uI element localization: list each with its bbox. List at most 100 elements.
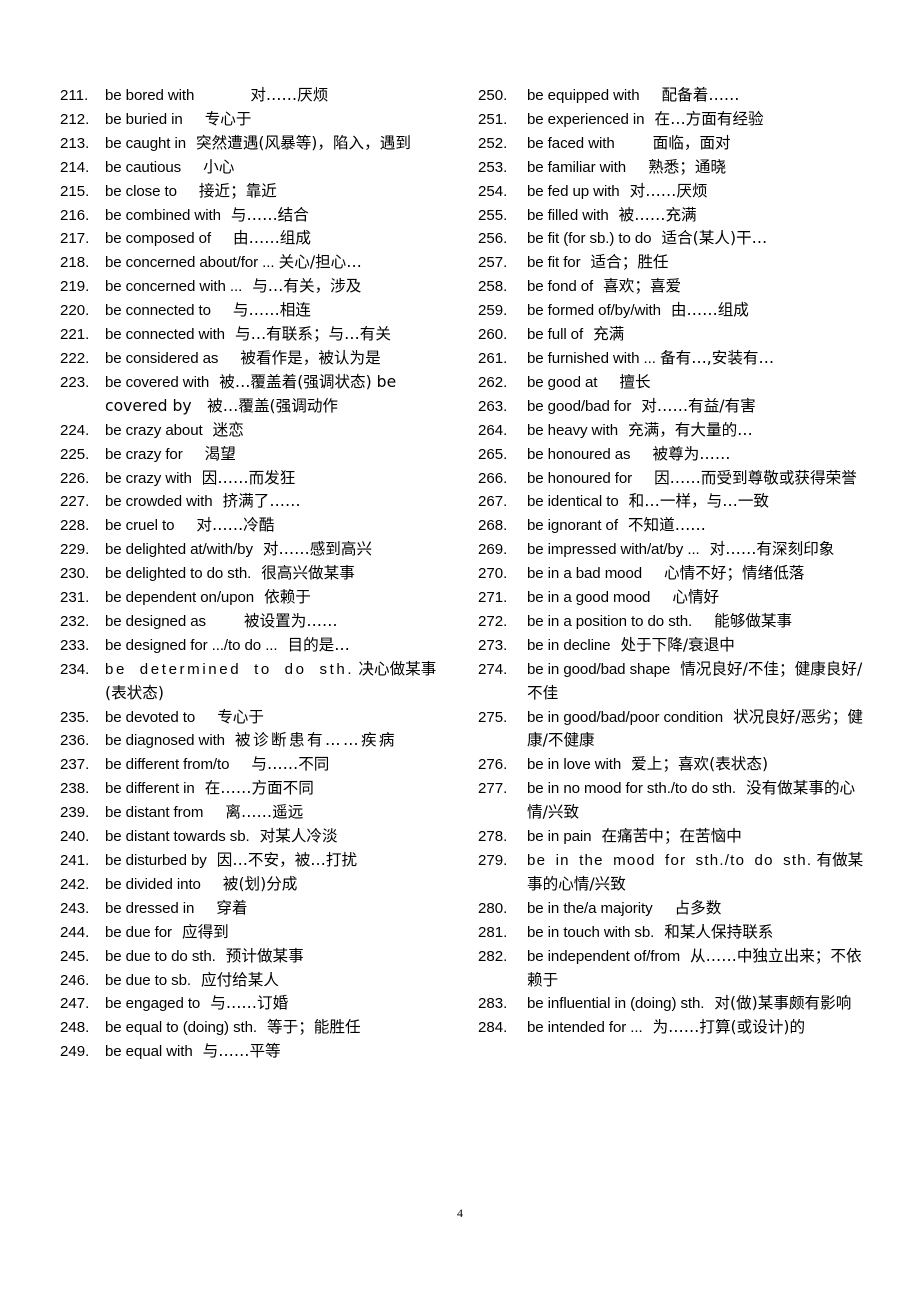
vocabulary-entry: 220. be connected to 与……相连 <box>60 299 454 323</box>
entry-translation: 和某人保持联系 <box>664 922 774 941</box>
entry-number: 213. <box>60 134 90 152</box>
entry-number: 237. <box>60 756 90 774</box>
entry-phrase: be fed up with <box>527 182 620 200</box>
entry-translation: 占多数 <box>674 898 722 917</box>
entry-phrase: be crazy about <box>105 421 203 439</box>
entry-phrase: be considered as <box>105 349 219 367</box>
entry-number: 279. <box>478 852 508 869</box>
entry-number: 236. <box>60 732 90 750</box>
entry-number: 246. <box>60 971 90 989</box>
vocabulary-entry: 272. be in a position to do sth. 能够做某事 <box>478 610 872 634</box>
entry-translation: 目的是… <box>287 635 350 654</box>
entry-translation: 面临，面对 <box>652 133 731 152</box>
entry-translation: 因…不安，被…打扰 <box>216 851 358 869</box>
entry-number: 217. <box>60 230 90 248</box>
entry-number: 256. <box>478 230 508 248</box>
entry-phrase: be in good/bad/poor condition <box>527 708 723 726</box>
entry-number: 225. <box>60 445 90 463</box>
entry-number: 231. <box>60 589 90 607</box>
entry-phrase: be due to sb. <box>105 971 191 989</box>
entry-number: 224. <box>60 421 90 439</box>
entry-translation: 适合(某人)干… <box>661 229 768 248</box>
entry-number: 240. <box>60 828 90 846</box>
entry-number: 275. <box>478 708 508 726</box>
entry-translation: 挤满了…… <box>222 492 301 511</box>
entry-translation: 不知道…… <box>627 516 706 535</box>
entry-number: 268. <box>478 517 508 535</box>
vocabulary-entry: 241. be disturbed by 因…不安，被…打扰 <box>60 849 454 873</box>
vocabulary-entry: 224. be crazy about 迷恋 <box>60 419 454 443</box>
entry-translation: 被……充满 <box>618 205 697 224</box>
entry-number: 221. <box>60 326 90 344</box>
entry-translation: 由……组成 <box>670 301 749 320</box>
entry-translation: 被看作是，被认为是 <box>240 348 381 367</box>
entry-number: 239. <box>60 804 90 822</box>
vocabulary-entry: 268. be ignorant of 不知道…… <box>478 514 872 538</box>
entry-translation: 心情好 <box>672 588 720 607</box>
entry-number: 219. <box>60 278 90 296</box>
vocabulary-entry: 226. be crazy with 因……而发狂 <box>60 467 454 491</box>
entry-phrase: be heavy with <box>527 421 618 439</box>
entry-translation: 穿着 <box>216 898 248 917</box>
entry-number: 259. <box>478 302 508 320</box>
entry-phrase: be designed for .../to do ... <box>105 636 278 654</box>
entry-phrase: be designed as <box>105 612 206 630</box>
vocabulary-entry: 233. be designed for .../to do ... 目的是… <box>60 634 454 658</box>
entry-number: 247. <box>60 995 90 1013</box>
entry-translation: 喜欢；喜爱 <box>603 277 682 296</box>
entry-number: 218. <box>60 254 90 272</box>
entry-phrase: be equal to (doing) sth. <box>105 1019 257 1037</box>
entry-number: 255. <box>478 206 508 224</box>
vocabulary-entry: 242. be divided into 被(划)分成 <box>60 873 454 897</box>
entry-phrase: be identical to <box>527 493 619 511</box>
entry-phrase: be crazy with <box>105 469 192 487</box>
entry-phrase: be covered with <box>105 373 210 391</box>
entry-phrase: be in a position to do sth. <box>527 612 693 630</box>
entry-number: 254. <box>478 182 508 200</box>
entry-phrase: be disturbed by <box>105 852 207 869</box>
vocabulary-entry: 267. be identical to 和…一样，与…一致 <box>478 490 872 514</box>
entry-number: 265. <box>478 445 508 463</box>
entry-translation: 对(做)某事颇有影响 <box>714 994 852 1013</box>
vocabulary-entry: 261. be furnished with ... 备有…,安装有… <box>478 347 872 371</box>
entry-translation: 由……组成 <box>233 229 311 248</box>
entry-number: 258. <box>478 278 508 296</box>
entry-phrase: be honoured as <box>527 445 631 463</box>
vocabulary-entry: 249. be equal with 与……平等 <box>60 1040 454 1064</box>
entry-number: 234. <box>60 660 90 678</box>
vocabulary-entry: 245. be due to do sth. 预计做某事 <box>60 945 454 969</box>
entry-translation: 对某人冷淡 <box>259 827 338 846</box>
entry-phrase: be in no mood for sth./to do sth. <box>527 780 736 798</box>
entry-number: 235. <box>60 708 90 726</box>
entry-translation: 在……方面不同 <box>204 779 314 798</box>
entry-number: 233. <box>60 636 90 654</box>
entry-translation: 与……相连 <box>232 301 311 320</box>
entry-phrase: be experienced in <box>527 110 645 128</box>
entry-number: 245. <box>60 947 90 965</box>
two-column-layout: 211. be bored with 对……厌烦 212. be buried in 专心… <box>60 84 872 1064</box>
entry-translation: 迷恋 <box>212 420 244 439</box>
entry-translation: 被设置为…… <box>243 611 338 630</box>
entry-phrase: be in decline <box>527 636 611 654</box>
vocabulary-entry: 248. be equal to (doing) sth. 等于；能胜任 <box>60 1016 454 1040</box>
vocabulary-entry: 259. be formed of/by/with 由……组成 <box>478 299 872 323</box>
vocabulary-entry: 262. be good at 擅长 <box>478 371 872 395</box>
entry-phrase: be engaged to <box>105 995 201 1013</box>
entry-translation: 专心于 <box>217 707 264 726</box>
vocabulary-entry: 243. be dressed in 穿着 <box>60 897 454 921</box>
vocabulary-entry: 258. be fond of 喜欢；喜爱 <box>478 275 872 299</box>
entry-translation: 对……有深刻印象 <box>709 540 835 559</box>
entry-translation: 小心 <box>203 157 235 176</box>
entry-phrase: be different in <box>105 780 195 798</box>
entry-translation: 与……订婚 <box>210 994 289 1013</box>
entry-translation: 应得到 <box>181 922 229 941</box>
entry-phrase: be caught in <box>105 134 187 152</box>
entry-phrase: be delighted to do sth. <box>105 565 252 583</box>
entry-translation: 擅长 <box>619 372 651 391</box>
entry-number: 226. <box>60 469 90 487</box>
vocabulary-entry: 229. be delighted at/with/by 对……感到高兴 <box>60 538 454 562</box>
vocabulary-entry: 276. be in love with 爱上；喜欢(表状态) <box>478 753 872 777</box>
entry-phrase: be intended for ... <box>527 1019 643 1037</box>
vocabulary-entry: 213. be caught in 突然遭遇(风暴等)，陷入，遇到 <box>60 132 454 156</box>
vocabulary-entry: 212. be buried in 专心于 <box>60 108 454 132</box>
